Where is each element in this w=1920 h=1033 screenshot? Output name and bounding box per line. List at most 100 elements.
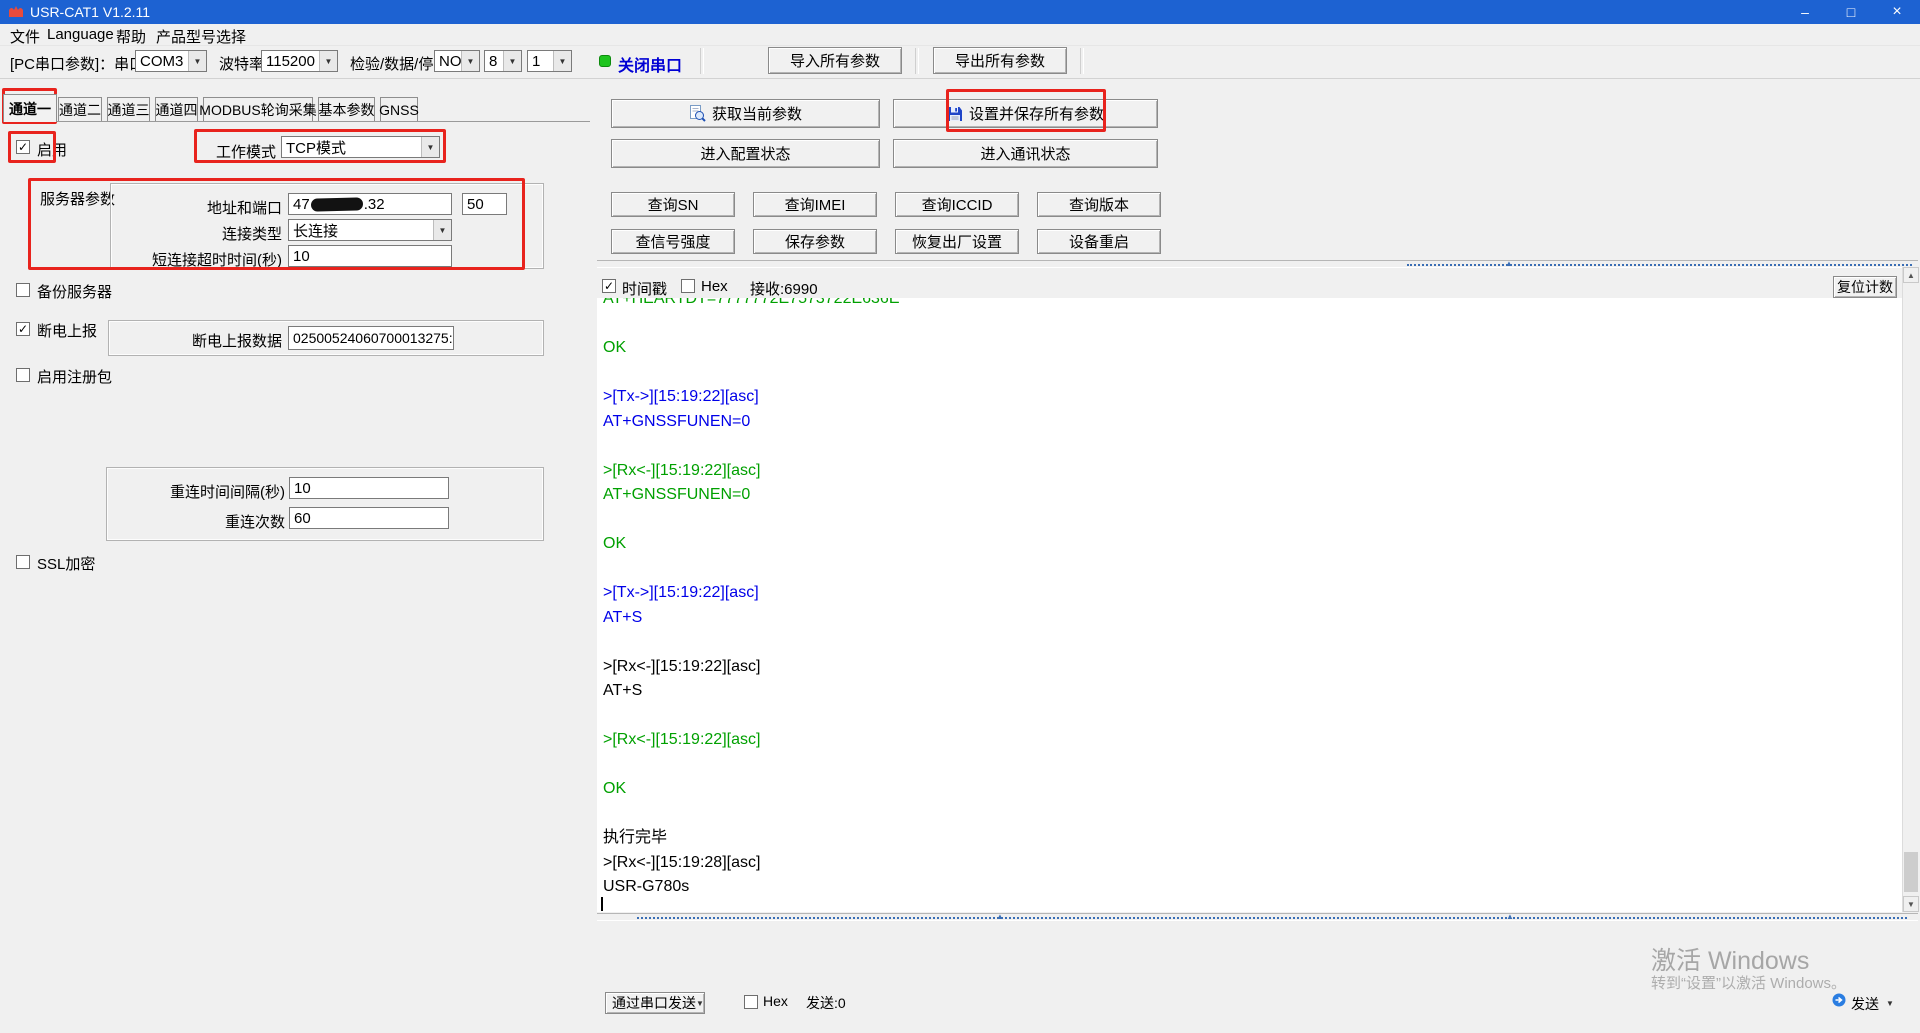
chevron-down-icon[interactable]: ▼: [461, 51, 479, 71]
log-line: >[Rx<-][15:19:22][asc]: [603, 728, 900, 753]
toolbar-separator: [700, 48, 704, 74]
ssl-label: SSL加密: [37, 553, 95, 574]
minimize-button[interactable]: –: [1782, 0, 1828, 24]
send-hex-checkbox[interactable]: ✓: [744, 995, 758, 1009]
server-address-input[interactable]: 47.32: [288, 193, 452, 215]
get-params-label: 获取当前参数: [712, 103, 802, 124]
register-packet-checkbox[interactable]: ✓: [16, 368, 30, 382]
set-save-params-button[interactable]: 设置并保存所有参数: [893, 99, 1158, 128]
query-sn-button[interactable]: 查询SN: [611, 192, 735, 217]
tab-gnss[interactable]: GNSS: [380, 97, 418, 121]
log-view[interactable]: AT+HEARTDT=7777772E7573722E636E OK >[Tx-…: [597, 298, 1902, 912]
log-line: AT+GNSSFUNEN=0: [603, 483, 900, 508]
tab-channel-3[interactable]: 通道三: [107, 97, 150, 121]
log-bottom-splitter[interactable]: [597, 913, 1918, 921]
chevron-down-icon[interactable]: ▼: [553, 51, 571, 71]
chevron-down-icon[interactable]: ▼: [421, 137, 439, 157]
power-off-data-input[interactable]: 02500524060700013275:PO: [288, 326, 454, 350]
chevron-down-icon[interactable]: ▼: [188, 51, 206, 71]
reconnect-interval-input[interactable]: 10: [289, 477, 449, 499]
check-mark-icon: ✓: [18, 322, 28, 336]
enter-comm-button[interactable]: 进入通讯状态: [893, 139, 1158, 168]
parity-select[interactable]: NONI ▼: [434, 50, 480, 72]
query-version-button[interactable]: 查询版本: [1037, 192, 1161, 217]
factory-reset-button[interactable]: 恢复出厂设置: [895, 229, 1019, 254]
scroll-up-icon[interactable]: ▲: [1903, 267, 1919, 283]
enable-label: 启用: [37, 139, 67, 160]
redacted-scribble: [311, 197, 363, 211]
chevron-down-icon[interactable]: ▼: [433, 220, 451, 240]
backup-server-checkbox[interactable]: ✓: [16, 283, 30, 297]
conn-type-label: 连接类型: [120, 223, 282, 244]
send-icon: [1832, 993, 1846, 1011]
log-line: >[Rx<-][15:19:28][asc]: [603, 851, 900, 876]
scroll-down-icon[interactable]: ▼: [1903, 896, 1919, 912]
log-line: >[Tx->][15:19:22][asc]: [603, 385, 900, 410]
com-port-select[interactable]: COM3 ▼: [135, 50, 207, 72]
log-top-splitter[interactable]: [597, 260, 1918, 268]
get-params-button[interactable]: 获取当前参数: [611, 99, 880, 128]
log-line: AT+GNSSFUNEN=0: [603, 410, 900, 435]
log-line: >[Tx->][15:19:22][asc]: [603, 581, 900, 606]
work-mode-label: 工作模式: [216, 141, 276, 162]
splitter-handle-icon[interactable]: ▲: [1505, 260, 1513, 268]
device-restart-button[interactable]: 设备重启: [1037, 229, 1161, 254]
menu-help[interactable]: 帮助: [116, 26, 146, 47]
tab-channel-1[interactable]: 通道一: [3, 94, 57, 122]
menu-product-select[interactable]: 产品型号选择: [156, 26, 246, 47]
import-params-button[interactable]: 导入所有参数: [768, 47, 902, 74]
send-button[interactable]: 发送: [1851, 994, 1879, 1014]
reset-count-button[interactable]: 复位计数: [1833, 276, 1897, 298]
close-port-button[interactable]: 关闭串口: [618, 52, 682, 76]
send-via-serial-dropdown[interactable]: 通过串口发送 ▼: [605, 992, 705, 1014]
send-dropdown-icon[interactable]: ▼: [1886, 999, 1894, 1008]
short-conn-timeout-input[interactable]: 10: [288, 245, 452, 267]
scrollbar-thumb[interactable]: [1904, 852, 1918, 892]
tab-channel-4[interactable]: 通道四: [155, 97, 198, 121]
work-mode-select[interactable]: TCP模式 ▼: [281, 136, 440, 158]
set-save-params-label: 设置并保存所有参数: [969, 103, 1104, 124]
splitter-handle-icon[interactable]: ▲: [996, 913, 1004, 921]
splitter-dots: [1407, 264, 1912, 266]
tab-modbus-polling[interactable]: MODBUS轮询采集: [203, 97, 313, 121]
databits-select[interactable]: 8 ▼: [484, 50, 522, 72]
query-iccid-button[interactable]: 查询ICCID: [895, 192, 1019, 217]
ssl-checkbox[interactable]: ✓: [16, 555, 30, 569]
menu-language[interactable]: Language: [47, 26, 114, 43]
power-off-report-checkbox[interactable]: ✓: [16, 322, 30, 336]
timestamp-checkbox[interactable]: ✓: [602, 279, 616, 293]
chevron-down-icon: ▼: [696, 999, 704, 1008]
splitter-handle-icon[interactable]: ▲: [1506, 913, 1514, 921]
tab-basic-params[interactable]: 基本参数: [318, 97, 375, 121]
enter-config-button[interactable]: 进入配置状态: [611, 139, 880, 168]
log-line: OK: [603, 532, 900, 557]
title-bar: USR-CAT1 V1.2.11 – □ ×: [0, 0, 1920, 24]
log-line: AT+HEARTDT=7777772E7573722E636E: [603, 298, 900, 312]
send-hex-label: Hex: [763, 993, 788, 1009]
baud-select[interactable]: 115200 ▼: [261, 50, 338, 72]
export-params-button[interactable]: 导出所有参数: [933, 47, 1067, 74]
conn-type-select[interactable]: 长连接 ▼: [288, 219, 452, 241]
close-button[interactable]: ×: [1874, 0, 1920, 24]
stopbits-select[interactable]: 1 ▼: [527, 50, 572, 72]
enable-checkbox[interactable]: ✓: [16, 140, 30, 154]
port-open-status-icon: [599, 55, 611, 67]
recv-hex-checkbox[interactable]: ✓: [681, 279, 695, 293]
recv-hex-label: Hex: [701, 278, 728, 295]
log-line: >[Rx<-][15:19:22][asc]: [603, 655, 900, 680]
check-mark-icon: ✓: [18, 140, 28, 154]
log-line: OK: [603, 777, 900, 802]
query-imei-button[interactable]: 查询IMEI: [753, 192, 877, 217]
save-params-button[interactable]: 保存参数: [753, 229, 877, 254]
reconnect-count-input[interactable]: 60: [289, 507, 449, 529]
log-line: >[Rx<-][15:19:22][asc]: [603, 459, 900, 484]
toolbar-separator: [1080, 48, 1084, 74]
maximize-button[interactable]: □: [1828, 0, 1874, 24]
chevron-down-icon[interactable]: ▼: [503, 51, 521, 71]
server-port-input[interactable]: 50: [462, 193, 507, 215]
chevron-down-icon[interactable]: ▼: [319, 51, 337, 71]
log-vertical-scrollbar[interactable]: ▲ ▼: [1902, 267, 1919, 912]
menu-file[interactable]: 文件: [10, 26, 40, 47]
query-signal-button[interactable]: 查信号强度: [611, 229, 735, 254]
tab-channel-2[interactable]: 通道二: [58, 97, 102, 121]
